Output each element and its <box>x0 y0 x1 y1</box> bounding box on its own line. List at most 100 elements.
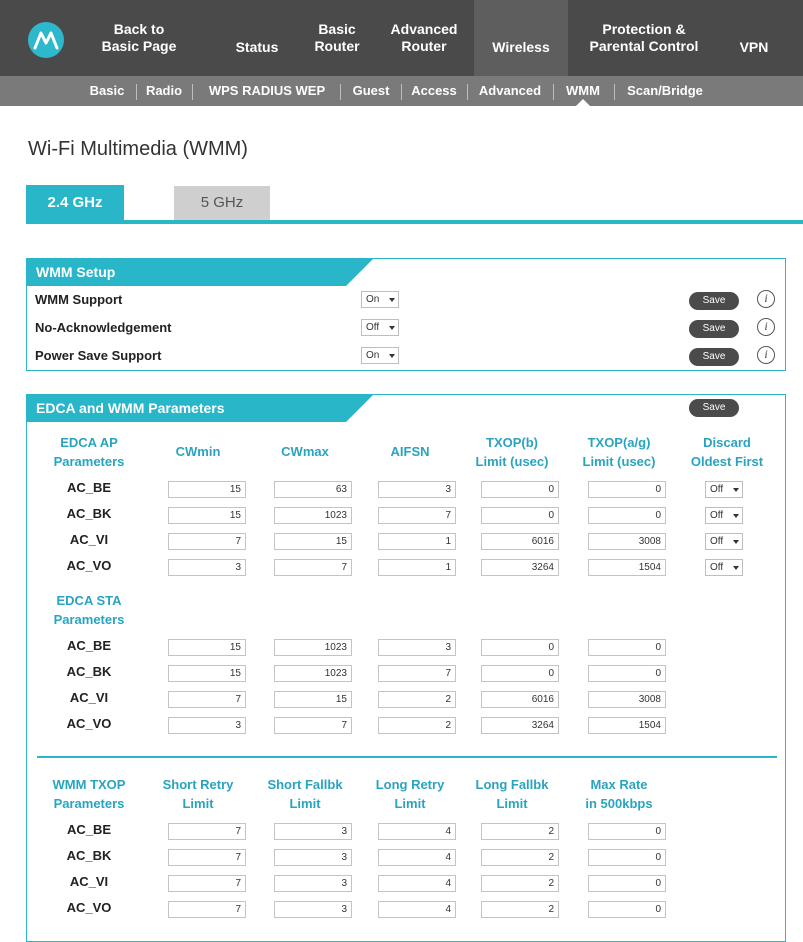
nav-label-line2: Router <box>401 38 447 54</box>
discard-oldest-select[interactable]: Off <box>705 507 743 524</box>
parameter-input[interactable]: 3 <box>378 481 456 498</box>
subnav-guest[interactable]: Guest <box>344 76 398 106</box>
parameter-input[interactable]: 1504 <box>588 559 666 576</box>
parameter-input[interactable]: 3 <box>274 823 352 840</box>
parameter-input[interactable]: 3 <box>378 639 456 656</box>
subnav-wps-radius-wep[interactable]: WPS RADIUS WEP <box>196 76 338 106</box>
parameter-input[interactable]: 3 <box>168 717 246 734</box>
parameter-input[interactable]: 0 <box>588 481 666 498</box>
info-icon[interactable]: i <box>757 290 775 308</box>
tab-2-4-ghz[interactable]: 2.4 GHz <box>26 185 124 221</box>
parameter-input[interactable]: 15 <box>168 481 246 498</box>
parameter-input[interactable]: 7 <box>378 665 456 682</box>
parameter-input[interactable]: 0 <box>481 481 559 498</box>
parameter-input[interactable]: 0 <box>588 901 666 918</box>
parameter-input[interactable]: 4 <box>378 823 456 840</box>
parameter-input[interactable]: 1023 <box>274 507 352 524</box>
parameter-input[interactable]: 3008 <box>588 533 666 550</box>
discard-oldest-select[interactable]: Off <box>705 481 743 498</box>
parameter-input[interactable]: 7 <box>168 875 246 892</box>
no-ack-save-button[interactable]: Save <box>689 320 739 338</box>
parameter-input[interactable]: 2 <box>481 901 559 918</box>
parameter-input[interactable]: 4 <box>378 875 456 892</box>
parameter-input[interactable]: 3 <box>274 901 352 918</box>
parameter-input[interactable]: 0 <box>588 639 666 656</box>
wmm-support-select[interactable]: On <box>361 291 399 308</box>
parameter-input[interactable]: 15 <box>168 665 246 682</box>
nav-wireless[interactable]: Wireless <box>474 0 568 76</box>
parameter-input[interactable]: 3264 <box>481 717 559 734</box>
parameter-input[interactable]: 1 <box>378 533 456 550</box>
parameter-input[interactable]: 15 <box>168 639 246 656</box>
parameter-input[interactable]: 2 <box>481 875 559 892</box>
parameter-input[interactable]: 0 <box>481 639 559 656</box>
edca-save-button[interactable]: Save <box>689 399 739 417</box>
parameter-input[interactable]: 3 <box>274 875 352 892</box>
power-save-save-button[interactable]: Save <box>689 348 739 366</box>
column-header-line2: Limit <box>394 796 426 811</box>
parameter-input[interactable]: 0 <box>588 849 666 866</box>
info-icon[interactable]: i <box>757 346 775 364</box>
subnav-access[interactable]: Access <box>404 76 464 106</box>
select-value: On <box>366 350 380 361</box>
nav-basic-router[interactable]: Basic Router <box>302 0 372 76</box>
parameter-input[interactable]: 6016 <box>481 691 559 708</box>
parameter-input[interactable]: 0 <box>588 665 666 682</box>
subnav-radio[interactable]: Radio <box>140 76 188 106</box>
nav-back-to-basic[interactable]: Back to Basic Page <box>86 0 192 76</box>
parameter-input[interactable]: 2 <box>481 823 559 840</box>
power-save-select[interactable]: On <box>361 347 399 364</box>
parameter-input[interactable]: 3264 <box>481 559 559 576</box>
parameter-input[interactable]: 0 <box>588 823 666 840</box>
tab-5-ghz[interactable]: 5 GHz <box>174 186 270 220</box>
parameter-input[interactable]: 15 <box>274 533 352 550</box>
parameter-input[interactable]: 15 <box>274 691 352 708</box>
parameter-input[interactable]: 2 <box>378 717 456 734</box>
parameter-input[interactable]: 3 <box>168 559 246 576</box>
info-icon[interactable]: i <box>757 318 775 336</box>
parameter-input[interactable]: 7 <box>168 533 246 550</box>
subnav-basic[interactable]: Basic <box>82 76 132 106</box>
discard-oldest-select[interactable]: Off <box>705 559 743 576</box>
column-header-line1: EDCA AP <box>60 435 118 450</box>
parameter-input[interactable]: 6016 <box>481 533 559 550</box>
parameter-input[interactable]: 1023 <box>274 639 352 656</box>
nav-advanced-router[interactable]: Advanced Router <box>382 0 466 76</box>
parameter-input[interactable]: 4 <box>378 849 456 866</box>
parameter-input[interactable]: 1 <box>378 559 456 576</box>
parameter-input[interactable]: 1023 <box>274 665 352 682</box>
column-header: EDCA AP Parameters <box>34 433 144 471</box>
parameter-input[interactable]: 0 <box>588 875 666 892</box>
nav-status[interactable]: Status <box>222 0 292 76</box>
parameter-input[interactable]: 7 <box>274 717 352 734</box>
parameter-input[interactable]: 0 <box>588 507 666 524</box>
column-header-line1: Long Fallbk <box>475 777 549 792</box>
parameter-input[interactable]: 3008 <box>588 691 666 708</box>
parameter-input[interactable]: 7 <box>168 849 246 866</box>
parameter-input[interactable]: 0 <box>481 507 559 524</box>
subnav-scan-bridge[interactable]: Scan/Bridge <box>618 76 712 106</box>
nav-vpn[interactable]: VPN <box>724 0 784 76</box>
column-header-line1: WMM TXOP <box>52 777 126 792</box>
motorola-logo-icon[interactable] <box>28 22 64 58</box>
parameter-input[interactable]: 7 <box>168 901 246 918</box>
parameter-input[interactable]: 63 <box>274 481 352 498</box>
parameter-input[interactable]: 7 <box>168 691 246 708</box>
parameter-input[interactable]: 0 <box>481 665 559 682</box>
parameter-input[interactable]: 7 <box>274 559 352 576</box>
parameter-input[interactable]: 4 <box>378 901 456 918</box>
parameter-input[interactable]: 3 <box>274 849 352 866</box>
parameter-input[interactable]: 15 <box>168 507 246 524</box>
subnav-advanced[interactable]: Advanced <box>470 76 550 106</box>
parameter-input[interactable]: 1504 <box>588 717 666 734</box>
wmm-support-save-button[interactable]: Save <box>689 292 739 310</box>
nav-label-line1: Protection & <box>602 21 686 37</box>
parameter-input[interactable]: 7 <box>168 823 246 840</box>
no-ack-select[interactable]: Off <box>361 319 399 336</box>
nav-label-line1: VPN <box>739 38 769 55</box>
discard-oldest-select[interactable]: Off <box>705 533 743 550</box>
parameter-input[interactable]: 7 <box>378 507 456 524</box>
parameter-input[interactable]: 2 <box>378 691 456 708</box>
parameter-input[interactable]: 2 <box>481 849 559 866</box>
nav-protection-parental-control[interactable]: Protection & Parental Control <box>572 0 716 76</box>
